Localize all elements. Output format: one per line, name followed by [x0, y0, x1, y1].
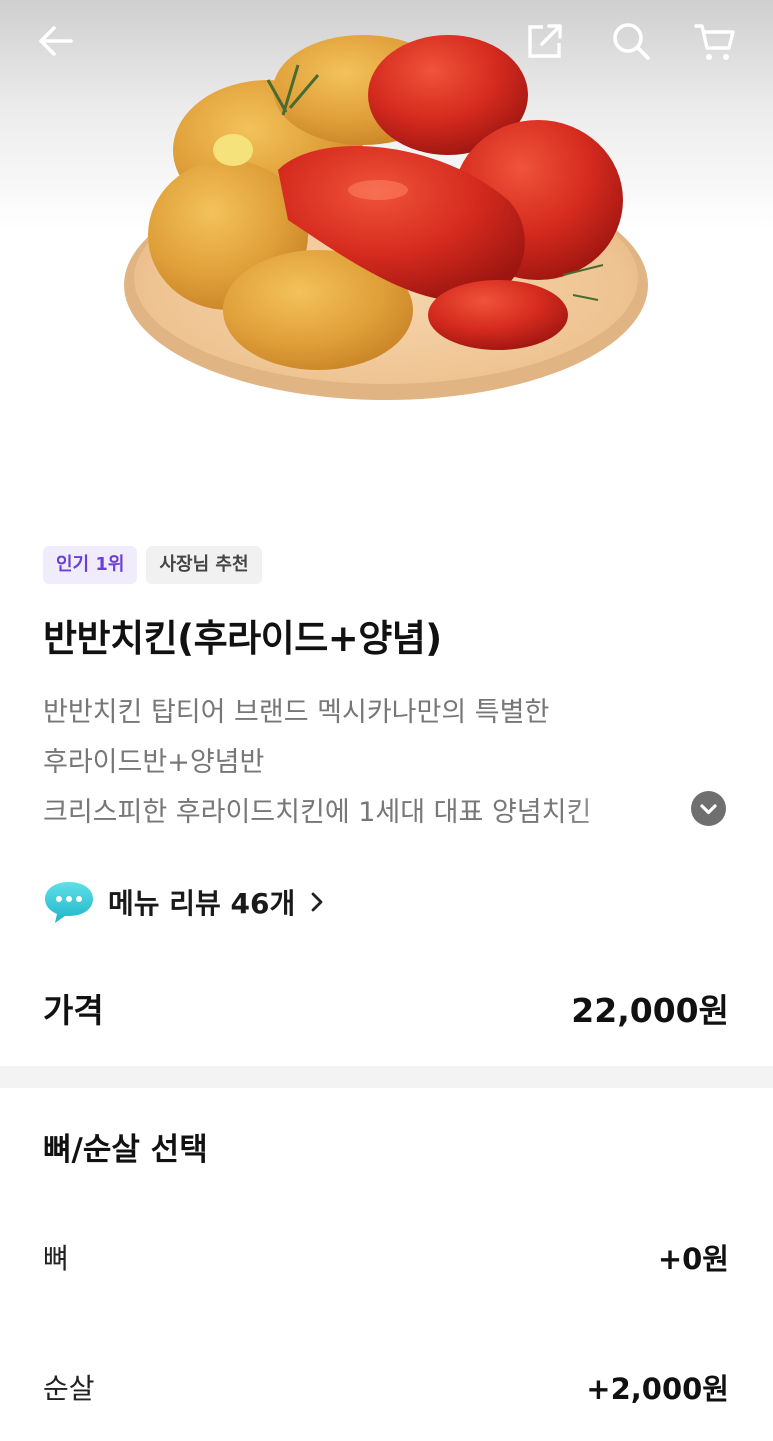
share-icon[interactable] [522, 18, 568, 64]
option-row-bone[interactable]: 뼈 +0원 [43, 1232, 729, 1282]
option-price: +0원 [657, 1242, 729, 1276]
price-row: 가격 22,000원 [43, 983, 729, 1033]
menu-review-link[interactable]: 메뉴 리뷰 46개 [43, 877, 327, 927]
top-navigation-bar [0, 0, 773, 86]
option-row-boneless[interactable]: 순살 +2,000원 [43, 1362, 729, 1412]
popular-badge: 인기 1위 [43, 546, 138, 584]
review-count-label: 메뉴 리뷰 46개 [108, 887, 296, 920]
description-line: 반반치킨 탑티어 브랜드 멕시카나만의 특별한 [43, 697, 550, 728]
menu-title: 반반치킨(후라이드+양념) [43, 617, 442, 660]
section-divider [0, 1066, 773, 1088]
owner-pick-badge: 사장님 추천 [146, 546, 262, 584]
menu-badges: 인기 1위 사장님 추천 [43, 546, 262, 584]
price-label: 가격 [43, 991, 104, 1030]
menu-description: 반반치킨 탑티어 브랜드 멕시카나만의 특별한 후라이드반+양념반 크리스피한 … [43, 688, 683, 838]
option-section-title: 뼈/순살 선택 [43, 1132, 208, 1168]
search-icon[interactable] [608, 18, 654, 64]
cart-icon[interactable] [692, 18, 738, 64]
chevron-down-icon[interactable] [691, 791, 726, 826]
arrow-left-icon[interactable] [33, 18, 79, 64]
description-line: 후라이드반+양념반 [43, 747, 265, 778]
option-name: 순살 [43, 1372, 95, 1405]
price-value: 22,000원 [571, 991, 729, 1030]
chevron-right-icon [311, 892, 323, 912]
description-line: 크리스피한 후라이드치킨에 1세대 대표 양념치킨 [43, 797, 592, 828]
option-price: +2,000원 [586, 1372, 729, 1406]
option-name: 뼈 [43, 1242, 69, 1275]
speech-bubble-icon [45, 882, 93, 923]
